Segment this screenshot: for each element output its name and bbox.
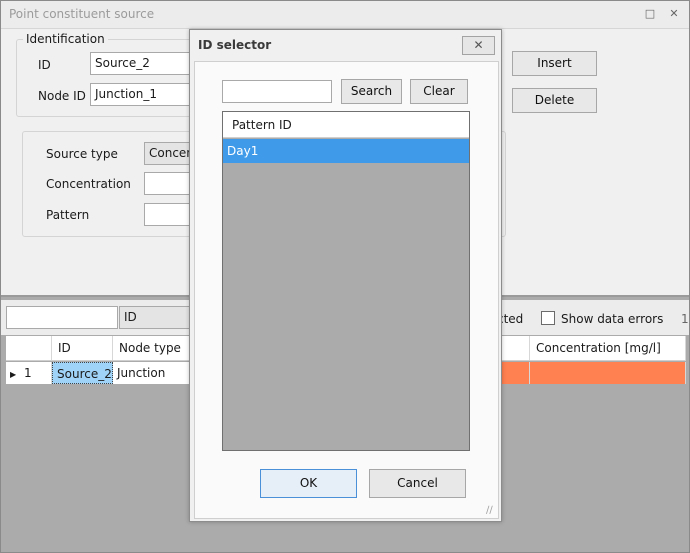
- dialog-content: Search Clear Pattern ID Day1 OK Cancel ∕…: [194, 61, 499, 519]
- list-header-pattern-id[interactable]: Pattern ID: [223, 112, 469, 138]
- column-header-concentration[interactable]: Concentration [mg/l]: [530, 336, 686, 360]
- identification-legend: Identification: [23, 32, 108, 46]
- id-selector-dialog: ID selector ✕ Search Clear Pattern ID Da…: [189, 29, 502, 522]
- source-type-label: Source type: [46, 147, 118, 161]
- resize-grip-icon[interactable]: ∕∕: [486, 505, 493, 516]
- ok-button[interactable]: OK: [260, 469, 357, 498]
- close-icon[interactable]: ✕: [665, 6, 683, 22]
- insert-button[interactable]: Insert: [512, 51, 597, 76]
- concentration-label: Concentration: [46, 177, 131, 191]
- main-titlebar: Point constituent source □ ✕: [1, 1, 689, 29]
- node-id-label: Node ID: [38, 89, 86, 103]
- cell-highlight[interactable]: [502, 362, 530, 384]
- cell-concentration[interactable]: [530, 362, 686, 384]
- current-row-icon: ▶: [10, 370, 17, 379]
- list-item[interactable]: Day1: [223, 139, 469, 163]
- close-icon: ✕: [473, 38, 484, 52]
- show-data-errors-label: Show data errors: [561, 312, 664, 326]
- pattern-list[interactable]: Pattern ID Day1: [222, 111, 470, 451]
- cell-node-type[interactable]: Junction: [113, 362, 193, 384]
- row-header[interactable]: ▶ 1: [6, 362, 52, 384]
- search-input[interactable]: [222, 80, 332, 103]
- dialog-close-button[interactable]: ✕: [462, 36, 495, 55]
- maximize-icon[interactable]: □: [641, 6, 659, 22]
- row-header-corner: [6, 336, 52, 360]
- delete-button[interactable]: Delete: [512, 88, 597, 113]
- row-index: 1: [23, 366, 32, 380]
- column-header-id[interactable]: ID: [52, 336, 113, 360]
- pattern-label: Pattern: [46, 208, 90, 222]
- show-data-errors-checkbox[interactable]: [541, 311, 555, 325]
- column-header-blank[interactable]: [502, 336, 530, 360]
- window-title: Point constituent source: [9, 7, 155, 21]
- clear-button[interactable]: Clear: [410, 79, 468, 104]
- record-count-text: 1: [681, 312, 689, 326]
- id-label: ID: [38, 58, 51, 72]
- search-button[interactable]: Search: [341, 79, 402, 104]
- dialog-title: ID selector: [198, 38, 272, 52]
- cell-id[interactable]: Source_2: [52, 362, 113, 384]
- filter-input[interactable]: [6, 306, 118, 329]
- column-header-node-type[interactable]: Node type: [113, 336, 193, 360]
- cancel-button[interactable]: Cancel: [369, 469, 466, 498]
